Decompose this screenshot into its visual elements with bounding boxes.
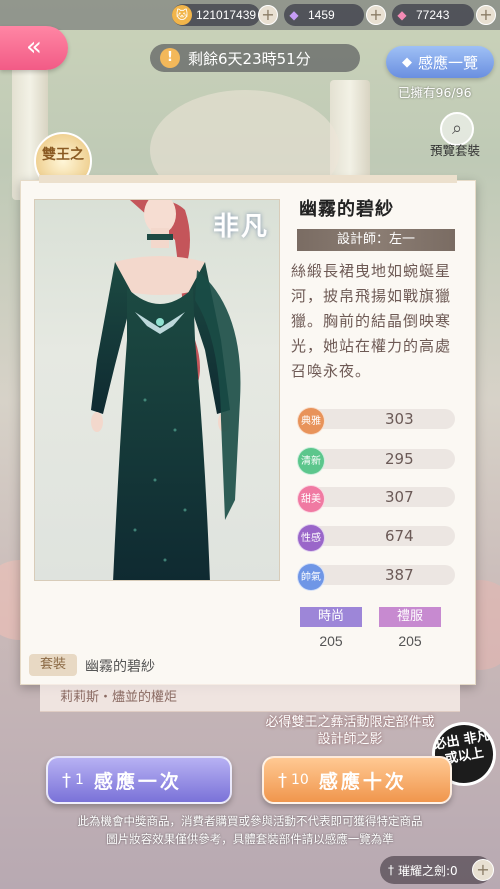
stat-badge-fresh: 清新	[297, 447, 325, 475]
gold-resource: 🐱 121017439	[172, 4, 260, 26]
summon-overview-button[interactable]: ◆ 感應一覽	[386, 46, 494, 78]
preview-set-label: 預覽套裝	[430, 143, 481, 158]
cat-coin-icon: 🐱	[172, 5, 192, 25]
event-countdown: ! 剩餘6天23時51分	[150, 44, 360, 72]
stat-sweet: 甜美 307	[297, 485, 455, 513]
stat-sexy: 性感 674	[297, 524, 455, 552]
add-sword-button[interactable]: +	[472, 859, 494, 881]
set-name: 幽霧的碧紗	[85, 659, 155, 675]
owned-count: 已擁有96/96	[398, 85, 472, 100]
summon-ten-label: 感應十次	[318, 770, 407, 793]
pink-diamond-resource: ◆ 77243	[392, 4, 474, 26]
double-chevron-left-icon: «	[26, 32, 42, 62]
gold-value: 121017439	[196, 8, 257, 22]
pink-diamond-icon: ◆	[397, 8, 407, 22]
set-label: 套裝	[29, 654, 77, 676]
back-button[interactable]: «	[0, 26, 68, 70]
disclaimer: 此為機會中獎商品，消費者購買或參與活動不代表即可獲得特定商品 圖片妝容效果僅供參…	[0, 812, 500, 848]
add-gold-button[interactable]: +	[258, 5, 278, 25]
magnifier-icon: ⌕	[451, 118, 463, 139]
item-description: 絲緞長裙曳地如蜿蜒星河，披帛飛揚如戰旗獵獵。胸前的結晶倒映寒光，她站在權力的高處…	[291, 262, 452, 380]
stat-badge-elegant: 典雅	[297, 407, 325, 435]
summon-ten-button[interactable]: † 10 感應十次	[262, 756, 452, 804]
disclaimer-line-2: 圖片妝容效果僅供參考，具體套裝部件請以感應一覽為準	[106, 832, 394, 846]
stat-value-cool: 387	[385, 566, 414, 584]
sword-resource-value: 璀耀之劍:0	[398, 863, 458, 878]
countdown-text: 剩餘6天23時51分	[188, 49, 311, 68]
stat-cool: 帥氣 387	[297, 563, 455, 591]
card-ribbon	[39, 175, 457, 183]
summon-ten-cost: † 10	[278, 770, 309, 791]
summon-once-button[interactable]: † 1 感應一次	[46, 756, 232, 804]
summon-ten-cost-value: 10	[291, 772, 309, 788]
item-detail-card: 非凡 幽霧的碧紗 設計師：左一 絲緞長裙曳地如蜿蜒星河，披帛飛揚如戰旗獵獵。胸前…	[20, 175, 476, 685]
add-diamond-button[interactable]: +	[366, 5, 386, 25]
disclaimer-line-1: 此為機會中獎商品，消費者購買或參與活動不代表即可獲得特定商品	[77, 814, 423, 828]
diamond-resource: ◆ 1459	[284, 4, 364, 26]
exclamation-icon: !	[160, 48, 180, 68]
pink-diamond-value: 77243	[416, 8, 450, 22]
purple-diamond-icon: ◆	[289, 8, 299, 22]
stat-badge-sweet: 甜美	[297, 485, 325, 513]
stat-badge-cool: 帥氣	[297, 563, 325, 591]
rarity-label: 非凡	[212, 212, 269, 242]
sword-resource: † 璀耀之劍:0 +	[380, 856, 494, 884]
designer-label: 設計師：左一	[297, 229, 455, 251]
summon-once-cost: † 1	[62, 770, 84, 791]
diamond-icon: ◆	[401, 54, 412, 70]
stat-value-sweet: 307	[385, 488, 414, 506]
stat-value-fresh: 295	[385, 450, 414, 468]
diamond-value: 1459	[308, 8, 335, 22]
wand-icon: †	[62, 769, 71, 791]
item-name: 幽霧的碧紗	[299, 199, 394, 220]
stat-value-sexy: 674	[385, 527, 414, 545]
gown-illustration	[91, 200, 241, 580]
summon-once-cost-value: 1	[75, 772, 84, 788]
item-portrait: 非凡	[34, 199, 280, 581]
stat-elegant: 典雅 303	[297, 407, 455, 435]
tag-fashion: 時尚	[300, 607, 362, 627]
sword-icon: †	[388, 863, 394, 877]
summon-once-label: 感應一次	[93, 770, 182, 793]
guarantee-hint: 必得雙王之彝活動限定部件或設計師之影	[265, 715, 435, 747]
wand-icon: †	[278, 769, 287, 791]
overview-label: 感應一覽	[417, 53, 478, 72]
tag-gown: 禮服	[379, 607, 441, 627]
stat-badge-sexy: 性感	[297, 524, 325, 552]
tag-gown-value: 205	[398, 633, 422, 649]
pool-item-strip: 莉莉斯・燼並的權炬	[40, 684, 460, 712]
tag-fashion-value: 205	[319, 633, 343, 649]
stat-value-elegant: 303	[385, 410, 414, 428]
add-pink-diamond-button[interactable]: +	[476, 5, 496, 25]
stat-fresh: 清新 295	[297, 447, 455, 475]
